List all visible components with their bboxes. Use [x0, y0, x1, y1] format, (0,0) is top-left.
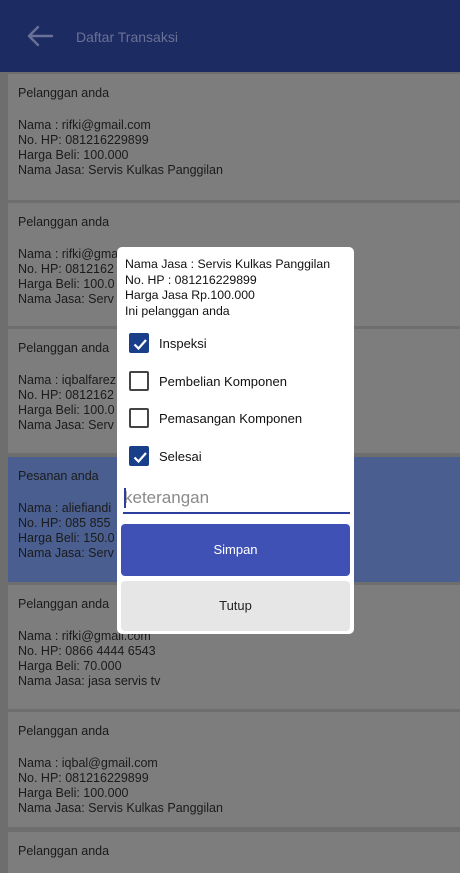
checkbox-label: Pemasangan Komponen	[159, 410, 303, 426]
checkbox-unchecked-icon[interactable]	[129, 408, 149, 428]
card-line: Nama Jasa: Servis Kulkas Panggilan	[18, 801, 223, 815]
card-line: Nama : rifki@gmail.com	[18, 118, 151, 132]
checkbox-unchecked-icon[interactable]	[129, 371, 149, 391]
card-heading: Pelanggan anda	[18, 86, 110, 100]
card-line: Harga Beli: 70.000	[18, 659, 122, 673]
card-line: No. HP: 081216229899	[18, 771, 149, 785]
service-name-text: Nama Jasa : Servis Kulkas Panggilan	[125, 257, 331, 271]
arrow-left-icon[interactable]	[26, 24, 54, 48]
card-line: Nama : iqbal@gmail.com	[18, 756, 158, 770]
close-button[interactable]: Tutup	[121, 581, 350, 631]
card-heading: Pelanggan anda	[18, 215, 110, 229]
checkbox-checked-icon[interactable]	[129, 333, 149, 353]
card-line: No. HP: 081216229899	[18, 133, 149, 147]
card-heading: Pelanggan anda	[18, 844, 110, 858]
status-dialog: Nama Jasa : Servis Kulkas Panggilan No. …	[117, 247, 354, 634]
list-item[interactable]: Pelanggan anda	[8, 832, 460, 873]
phone-text: No. HP : 081216229899	[125, 272, 257, 287]
card-line: Harga Beli: 100.000	[18, 786, 129, 800]
list-item[interactable]: Pelanggan anda Nama : iqbal@gmail.com No…	[8, 712, 460, 827]
checkbox-pemasangan-komponen[interactable]: Pemasangan Komponen	[129, 406, 302, 430]
card-line: Nama Jasa: Servis Kulkas Panggilan	[18, 163, 223, 177]
checkbox-checked-icon[interactable]	[129, 446, 149, 466]
checkbox-pembelian-komponen[interactable]: Pembelian Komponen	[129, 369, 287, 393]
checkbox-inspeksi[interactable]: Inspeksi	[129, 331, 207, 355]
checkbox-selesai[interactable]: Selesai	[129, 444, 202, 468]
card-line: Harga Beli: 100.000	[18, 148, 129, 162]
checkbox-label: Inspeksi	[159, 335, 207, 351]
note-input[interactable]	[123, 484, 350, 512]
app-bar: Daftar Transaksi	[0, 0, 460, 72]
note-field[interactable]	[123, 484, 350, 514]
checkbox-label: Pembelian Komponen	[159, 373, 287, 389]
list-item[interactable]: Pelanggan anda Nama : rifki@gmail.com No…	[8, 74, 460, 200]
card-line: Nama Jasa: jasa servis tv	[18, 674, 161, 688]
save-button[interactable]: Simpan	[121, 524, 350, 576]
price-text: Harga Jasa Rp.100.000	[125, 288, 255, 302]
customer-type-text: Ini pelanggan anda	[125, 303, 230, 318]
page-title: Daftar Transaksi	[76, 29, 178, 45]
dialog-info: Nama Jasa : Servis Kulkas Panggilan No. …	[125, 257, 330, 319]
card-heading: Pelanggan anda	[18, 724, 110, 738]
text-caret	[124, 488, 126, 508]
card-line: No. HP: 0866 4444 6543	[18, 644, 156, 658]
checkbox-label: Selesai	[159, 448, 202, 464]
